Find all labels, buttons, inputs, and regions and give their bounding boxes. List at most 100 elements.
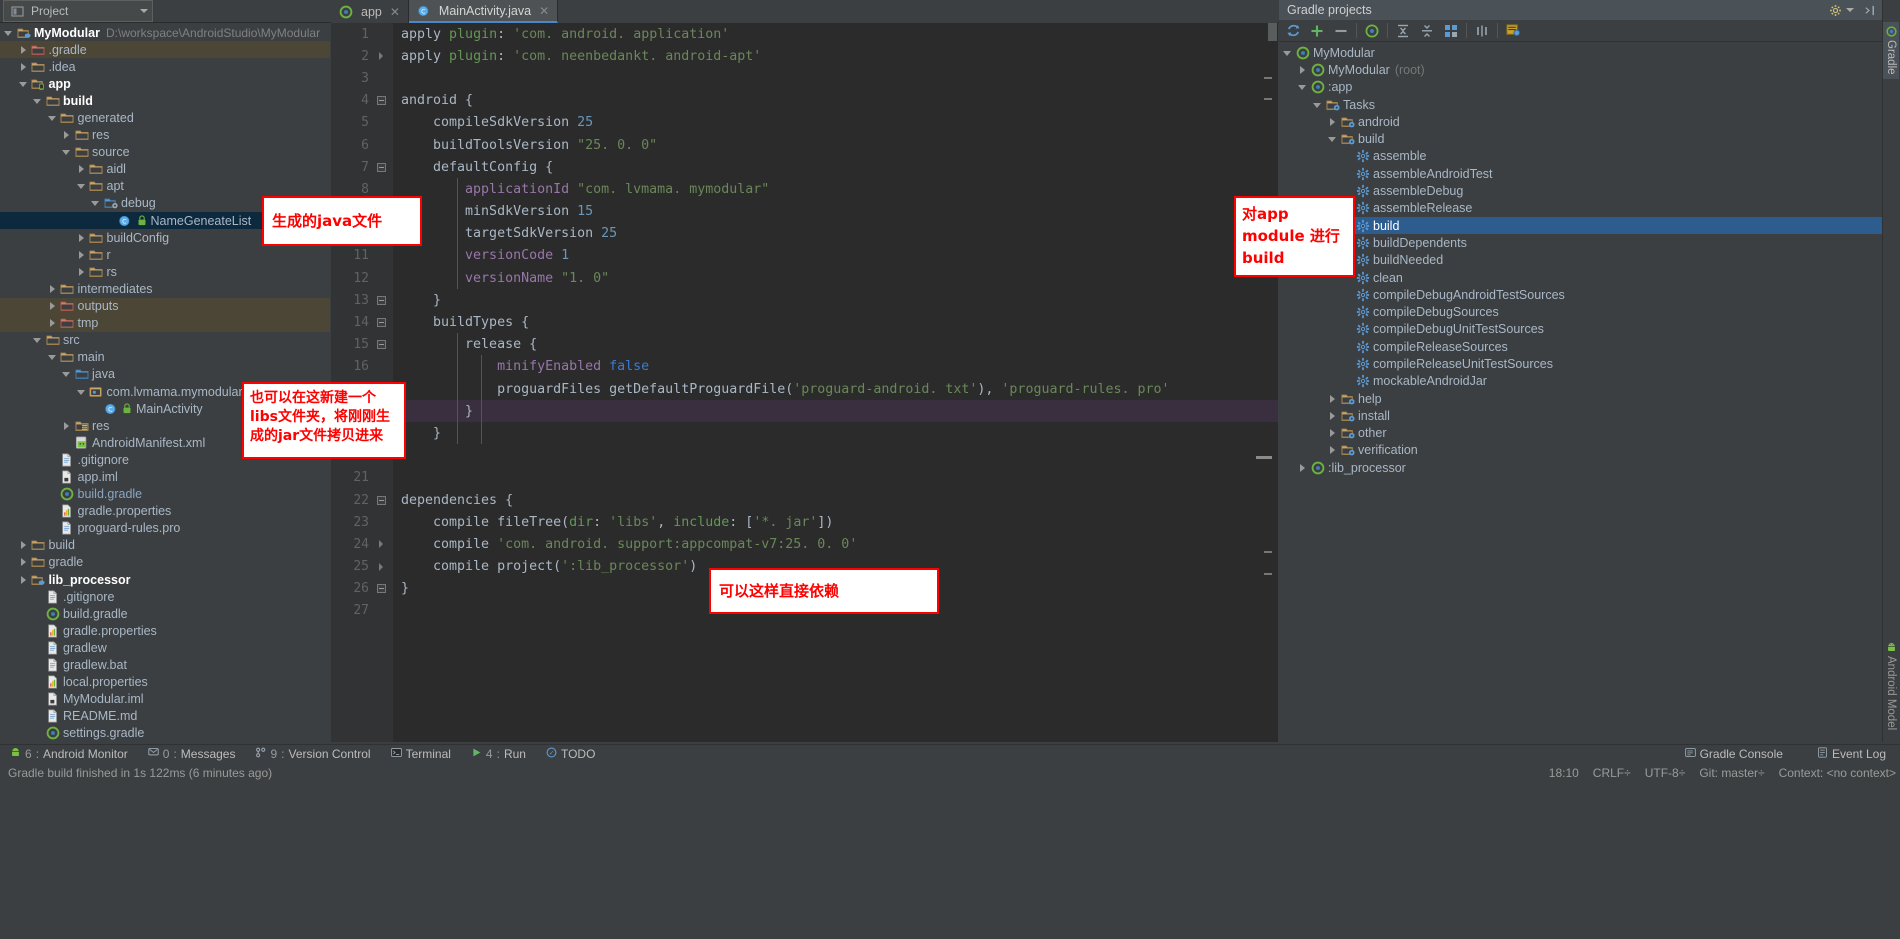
bottom-tool-bar[interactable]: 6: Android Monitor 0: Messages 9: Versio… (0, 744, 1900, 763)
code-line[interactable]: 2 apply plugin: 'com. neenbedankt. androi… (331, 45, 1278, 67)
code-line[interactable]: 13 } (331, 289, 1278, 311)
project-tree-item[interactable]: main (0, 349, 330, 366)
chevron-right-icon[interactable] (48, 318, 58, 328)
code-line[interactable]: 18 } (331, 400, 1278, 423)
code-line[interactable]: 8 applicationId "com. lvmama. mymodular" (331, 178, 1278, 200)
chevron-down-icon[interactable] (76, 181, 87, 191)
code-line[interactable]: 4 android { (331, 90, 1278, 112)
project-tree-item[interactable]: gradle (0, 554, 330, 571)
chevron-right-icon[interactable] (1328, 445, 1338, 455)
chevron-down-icon[interactable] (4, 28, 14, 38)
code-line[interactable]: 14 buildTypes { (331, 311, 1278, 333)
bottom-item-run[interactable]: 4: Run (461, 745, 536, 764)
code-line[interactable]: 10 targetSdkVersion 25 (331, 223, 1278, 245)
fold-gutter[interactable] (369, 495, 393, 505)
fold-gutter[interactable] (369, 295, 393, 305)
right-tool-strip[interactable]: Gradle Android Model (1882, 0, 1900, 742)
chevron-right-icon[interactable] (48, 301, 58, 311)
chevron-right-icon[interactable] (1298, 463, 1308, 473)
project-tree-item[interactable]: intermediates (0, 280, 330, 297)
project-tree-item[interactable]: src (0, 332, 330, 349)
editor-scrollbar[interactable] (1268, 23, 1277, 41)
chevron-right-icon[interactable] (77, 164, 87, 174)
gradle-tree-item[interactable]: MyModular (1279, 44, 1882, 61)
gradle-tree-item[interactable]: compileDebugUnitTestSources (1279, 321, 1882, 338)
gradle-tree[interactable]: MyModular MyModular (root):app Tasks android… (1279, 42, 1882, 740)
project-tree-item[interactable]: local.properties (0, 674, 330, 691)
gradle-tree-item[interactable]: assembleAndroidTest (1279, 165, 1882, 182)
chevron-down-icon[interactable] (33, 335, 43, 345)
chevron-down-icon[interactable] (62, 147, 72, 157)
bottom-item-todo[interactable]: ✓ TODO (536, 745, 605, 764)
fold-expand-icon[interactable] (376, 584, 386, 594)
gradle-tree-item[interactable]: compileDebugSources (1279, 303, 1882, 320)
code-line[interactable]: 24 compile 'com. android. support:appcom… (331, 533, 1278, 555)
module-icon[interactable] (1439, 21, 1463, 41)
expand-all-icon[interactable] (1391, 21, 1415, 41)
gradle-tree-item[interactable]: mockableAndroidJar (1279, 373, 1882, 390)
gradle-tree-item[interactable]: buildNeeded (1279, 252, 1882, 269)
project-tree-item[interactable]: java (0, 366, 330, 383)
bottom-bar-right[interactable]: Gradle Console Event Log (1675, 745, 1896, 764)
chevron-right-icon[interactable] (1328, 428, 1338, 438)
code-line[interactable]: 5 compileSdkVersion 25 (331, 112, 1278, 134)
project-tree-item[interactable]: outputs (0, 297, 330, 315)
gradle-tree-item[interactable]: assembleRelease (1279, 200, 1882, 217)
project-tree-item[interactable]: MyModular.iml (0, 691, 330, 708)
project-tree-item[interactable]: MyModular D:\workspace\AndroidStudio\MyMo… (0, 24, 330, 41)
fold-expand-icon[interactable] (376, 295, 386, 305)
vertical-tab-gradle[interactable]: Gradle (1883, 22, 1899, 79)
code-line[interactable]: 19 } (331, 422, 1278, 444)
code-line[interactable]: 20 (331, 445, 1278, 467)
fold-gutter[interactable] (369, 318, 393, 328)
chevron-down-icon[interactable] (76, 387, 87, 397)
project-tree-item[interactable]: lib_processor (0, 571, 330, 588)
fold-gutter[interactable] (369, 584, 393, 594)
project-tree-item[interactable]: generated (0, 109, 330, 126)
gradle-tree-item[interactable]: :app (1279, 79, 1882, 96)
project-tree-item[interactable]: source (0, 144, 330, 161)
project-tree-item[interactable]: aidl (0, 161, 330, 178)
editor-tab-app[interactable]: app ✕ (331, 0, 409, 23)
fold-collapse-icon[interactable] (376, 96, 386, 106)
code-line[interactable]: 9 minSdkVersion 15 (331, 201, 1278, 223)
run-gutter-icon[interactable] (379, 52, 383, 61)
remove-icon[interactable] (1329, 21, 1353, 41)
code-line[interactable]: 23 compile fileTree(dir: 'libs', include… (331, 511, 1278, 533)
code-editor[interactable]: 1 apply plugin: 'com. android. applicatio… (331, 23, 1278, 742)
project-tree-item[interactable]: .idea (0, 58, 330, 75)
bottom-item-gradle-console[interactable]: Gradle Console (1675, 745, 1793, 764)
project-tree-item[interactable]: build.gradle (0, 605, 330, 622)
chevron-down-icon[interactable] (33, 96, 43, 106)
gradle-tree-item[interactable]: Tasks (1279, 96, 1882, 113)
chevron-right-icon[interactable] (1298, 65, 1308, 75)
fold-collapse-icon[interactable] (376, 495, 386, 505)
gradle-tree-item[interactable]: build (1279, 216, 1882, 235)
vertical-tab-android-model[interactable]: Android Model (1883, 638, 1899, 734)
chevron-down-icon[interactable] (1313, 100, 1323, 110)
gradle-tree-item[interactable]: :lib_processor (1279, 459, 1882, 476)
chevron-right-icon[interactable] (77, 233, 87, 243)
gradle-tree-item[interactable]: compileReleaseSources (1279, 338, 1882, 355)
project-view-selector[interactable]: Project (3, 0, 153, 22)
fold-collapse-icon[interactable] (376, 340, 386, 350)
status-bar-right[interactable]: 18:10 CRLF÷ UTF-8÷ Git: master÷ Context:… (1549, 766, 1896, 780)
chevron-down-icon[interactable] (1328, 134, 1338, 144)
chevron-right-icon[interactable] (62, 421, 72, 431)
gradle-tree-item[interactable]: compileReleaseUnitTestSources (1279, 355, 1882, 372)
gradle-tree-item[interactable]: android (1279, 113, 1882, 130)
chevron-right-icon[interactable] (77, 267, 87, 277)
gradle-settings-chevron-icon[interactable] (1846, 8, 1854, 12)
chevron-down-icon[interactable] (1283, 48, 1293, 58)
editor-tab-mainactivity-java[interactable]: C MainActivity.java ✕ (408, 0, 559, 23)
project-tree-item[interactable]: gradlew (0, 639, 330, 656)
chevron-right-icon[interactable] (19, 575, 29, 585)
code-line[interactable]: 12 versionName "1. 0" (331, 267, 1278, 289)
chevron-right-icon[interactable] (19, 62, 29, 72)
bottom-item-messages[interactable]: 0: Messages (138, 745, 246, 764)
project-tree-item[interactable]: proguard-rules.pro (0, 520, 330, 537)
chevron-right-icon[interactable] (1328, 411, 1338, 421)
gradle-settings-icon[interactable] (1501, 21, 1525, 41)
status-encoding[interactable]: UTF-8÷ (1645, 766, 1686, 780)
close-icon[interactable]: ✕ (390, 5, 400, 19)
